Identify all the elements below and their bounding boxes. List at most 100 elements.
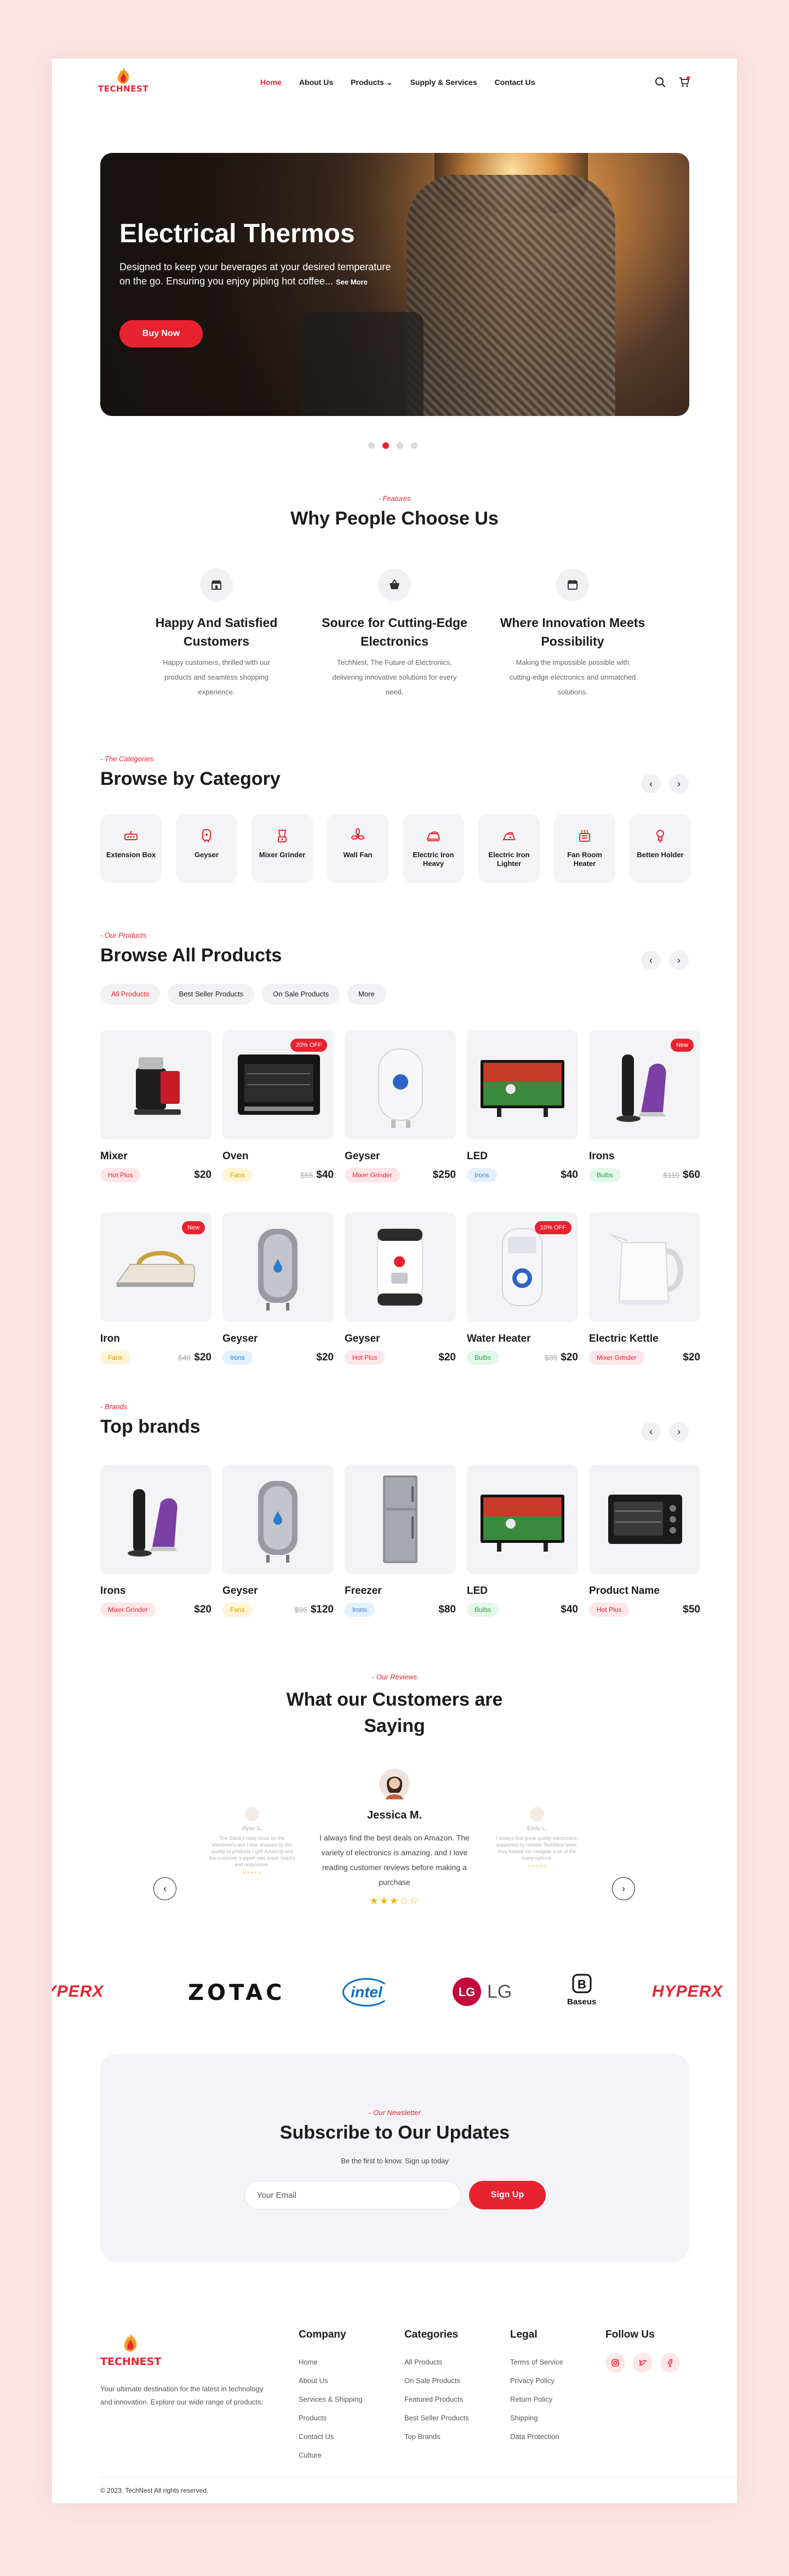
product-name: Freezer [345, 1585, 382, 1597]
product-price: $35 $20 [545, 1352, 578, 1364]
product-tag: Hot Plus [345, 1350, 385, 1365]
footer-link[interactable]: Products [299, 2409, 362, 2427]
tab-more[interactable]: More [347, 984, 386, 1005]
feature-title: Happy And Satisfied Customers [155, 615, 278, 648]
tab-all-products[interactable]: All Products [100, 984, 161, 1005]
product-card[interactable]: Electric Kettle Mixer Grinder $20 [589, 1212, 700, 1365]
footer-link[interactable]: Data Protection [510, 2427, 563, 2446]
chevron-right-icon[interactable]: › [669, 774, 689, 794]
cart-icon[interactable] [678, 76, 690, 88]
product-card[interactable]: LED Irons $40 [467, 1030, 578, 1182]
category-card[interactable]: Betten Holder [630, 814, 691, 883]
product-card[interactable]: New Iron Fans $40 $20 [100, 1212, 211, 1365]
email-field[interactable]: Your Email [244, 2181, 461, 2209]
review-text: I always find the best deals on Amazon. … [319, 1833, 470, 1887]
brand-logo-intel[interactable]: intel [342, 1978, 391, 2007]
product-card[interactable]: LED Bulbs $40 [467, 1464, 578, 1617]
footer-link[interactable]: On Sale Products [404, 2372, 469, 2390]
see-more-link[interactable]: See More [336, 278, 368, 286]
product-card[interactable]: Product Name Hot Plus $50 [589, 1464, 700, 1617]
product-card[interactable]: Freezer Irons $80 [345, 1464, 456, 1617]
facebook-icon[interactable] [660, 2353, 680, 2373]
instagram-icon[interactable] [605, 2353, 625, 2373]
product-card[interactable]: Mixer Hot Plus $20 [100, 1030, 211, 1182]
product-old-price: $55 [300, 1171, 313, 1179]
product-card[interactable]: Geyser Mixer Grinder $250 [345, 1030, 456, 1182]
review-next-button[interactable]: › [612, 1877, 635, 1900]
products-title: Browse All Products [100, 945, 282, 966]
logo[interactable]: TECHNEST [96, 66, 151, 99]
product-card[interactable]: Irons Mixer Grinder $20 [100, 1464, 211, 1617]
category-card[interactable]: Fan Room Heater [554, 814, 615, 883]
brand-logo-hyperx[interactable]: HYPERX [52, 1982, 104, 2001]
nav-about[interactable]: About Us [299, 78, 333, 87]
brand-logo-zotac[interactable]: ZOTAC [188, 1980, 285, 2005]
product-card[interactable]: Geyser Hot Plus $20 [345, 1212, 456, 1365]
tab-best-seller[interactable]: Best Seller Products [168, 984, 255, 1005]
category-card[interactable]: Electric Iron Lighter [478, 814, 540, 883]
product-price: $95 $120 [294, 1604, 334, 1616]
category-card[interactable]: Extension Box [100, 814, 162, 883]
footer-link[interactable]: Culture [299, 2446, 362, 2465]
brand-logo-baseus[interactable]: B Baseus [567, 1973, 596, 2007]
sign-up-button[interactable]: Sign Up [469, 2181, 546, 2209]
footer-link[interactable]: Top Brands [404, 2427, 469, 2446]
footer-link[interactable]: Shipping [510, 2409, 563, 2427]
chevron-left-icon[interactable]: ‹ [641, 774, 661, 794]
footer-logo[interactable]: TECHNEST [100, 2332, 161, 2368]
nav-products[interactable]: Products ⌄ [351, 78, 392, 87]
feature-title: Source for Cutting-Edge Electronics [322, 615, 467, 648]
search-icon[interactable] [654, 76, 666, 88]
product-card[interactable]: Geyser Fans $95 $120 [222, 1464, 334, 1617]
footer-link[interactable]: Services & Shipping [299, 2390, 362, 2409]
product-name: Irons [589, 1150, 615, 1162]
chevron-left-icon: ‹ [163, 1883, 167, 1894]
nav-home[interactable]: Home [260, 78, 282, 87]
chevron-left-icon[interactable]: ‹ [641, 950, 661, 970]
footer-link[interactable]: Terms of Service [510, 2353, 563, 2372]
chevron-right-icon[interactable]: › [669, 1422, 689, 1441]
footer-link[interactable]: About Us [299, 2372, 362, 2390]
feature-card: Source for Cutting-Edge Electronics Tech… [312, 568, 477, 699]
category-card[interactable]: Mixer Grinder [251, 814, 313, 883]
brand-logo-hyperx[interactable]: HYPERX [652, 1982, 723, 2001]
mixer-grinder-icon [278, 830, 287, 842]
product-card[interactable]: New Irons Bulbs $110 $60 [589, 1030, 700, 1182]
twitter-icon[interactable] [633, 2353, 653, 2373]
product-price: $110 $60 [663, 1169, 700, 1181]
product-old-price: $40 [178, 1353, 191, 1362]
footer-link[interactable]: Privacy Policy [510, 2372, 563, 2390]
feature-text: TechNest, The Future of Electronics, del… [332, 658, 457, 696]
tab-on-sale[interactable]: On Sale Products [262, 984, 340, 1005]
product-card[interactable]: 10% OFF Water Heater Bulbs $35 $20 [467, 1212, 578, 1365]
product-card[interactable]: 20% OFF Oven Fans $55 $40 [222, 1030, 334, 1182]
slider-dot[interactable] [411, 442, 418, 449]
category-card[interactable]: Wall Fan [327, 814, 388, 883]
category-card[interactable]: Geyser [176, 814, 237, 883]
feature-text: Happy customers, thrilled with our produ… [163, 658, 270, 696]
slider-dot[interactable] [368, 442, 375, 449]
footer-link[interactable]: Best Seller Products [404, 2409, 469, 2427]
nav-supply[interactable]: Supply & Services [410, 78, 477, 87]
slider-dot-active[interactable] [382, 442, 389, 449]
footer-link[interactable]: Contact Us [299, 2427, 362, 2446]
newsletter-title: Subscribe to Our Updates [279, 2122, 510, 2143]
chevron-left-icon[interactable]: ‹ [641, 1422, 661, 1441]
nav-contact[interactable]: Contact Us [495, 78, 535, 87]
review-prev-button[interactable]: ‹ [153, 1877, 176, 1900]
footer-link[interactable]: Home [299, 2353, 362, 2372]
product-card[interactable]: Geyser Irons $20 [222, 1212, 334, 1365]
buy-now-button[interactable]: Buy Now [119, 320, 203, 347]
footer-link[interactable]: Featured Products [404, 2390, 469, 2409]
flame-logo-icon [118, 67, 129, 84]
brand-logo-lg[interactable]: LG LG [452, 1977, 512, 2007]
footer-link[interactable]: Return Policy [510, 2390, 563, 2409]
chevron-right-icon[interactable]: › [669, 950, 689, 970]
slider-dot[interactable] [397, 442, 403, 449]
review-text: The Black Friday deals on the electronic… [209, 1836, 295, 1867]
product-price: $20 [194, 1169, 211, 1181]
category-card[interactable]: Electric Iron Heavy [403, 814, 464, 883]
footer-link[interactable]: All Products [404, 2353, 469, 2372]
geyser-icon [202, 829, 211, 842]
product-name: Electric Kettle [589, 1333, 659, 1344]
